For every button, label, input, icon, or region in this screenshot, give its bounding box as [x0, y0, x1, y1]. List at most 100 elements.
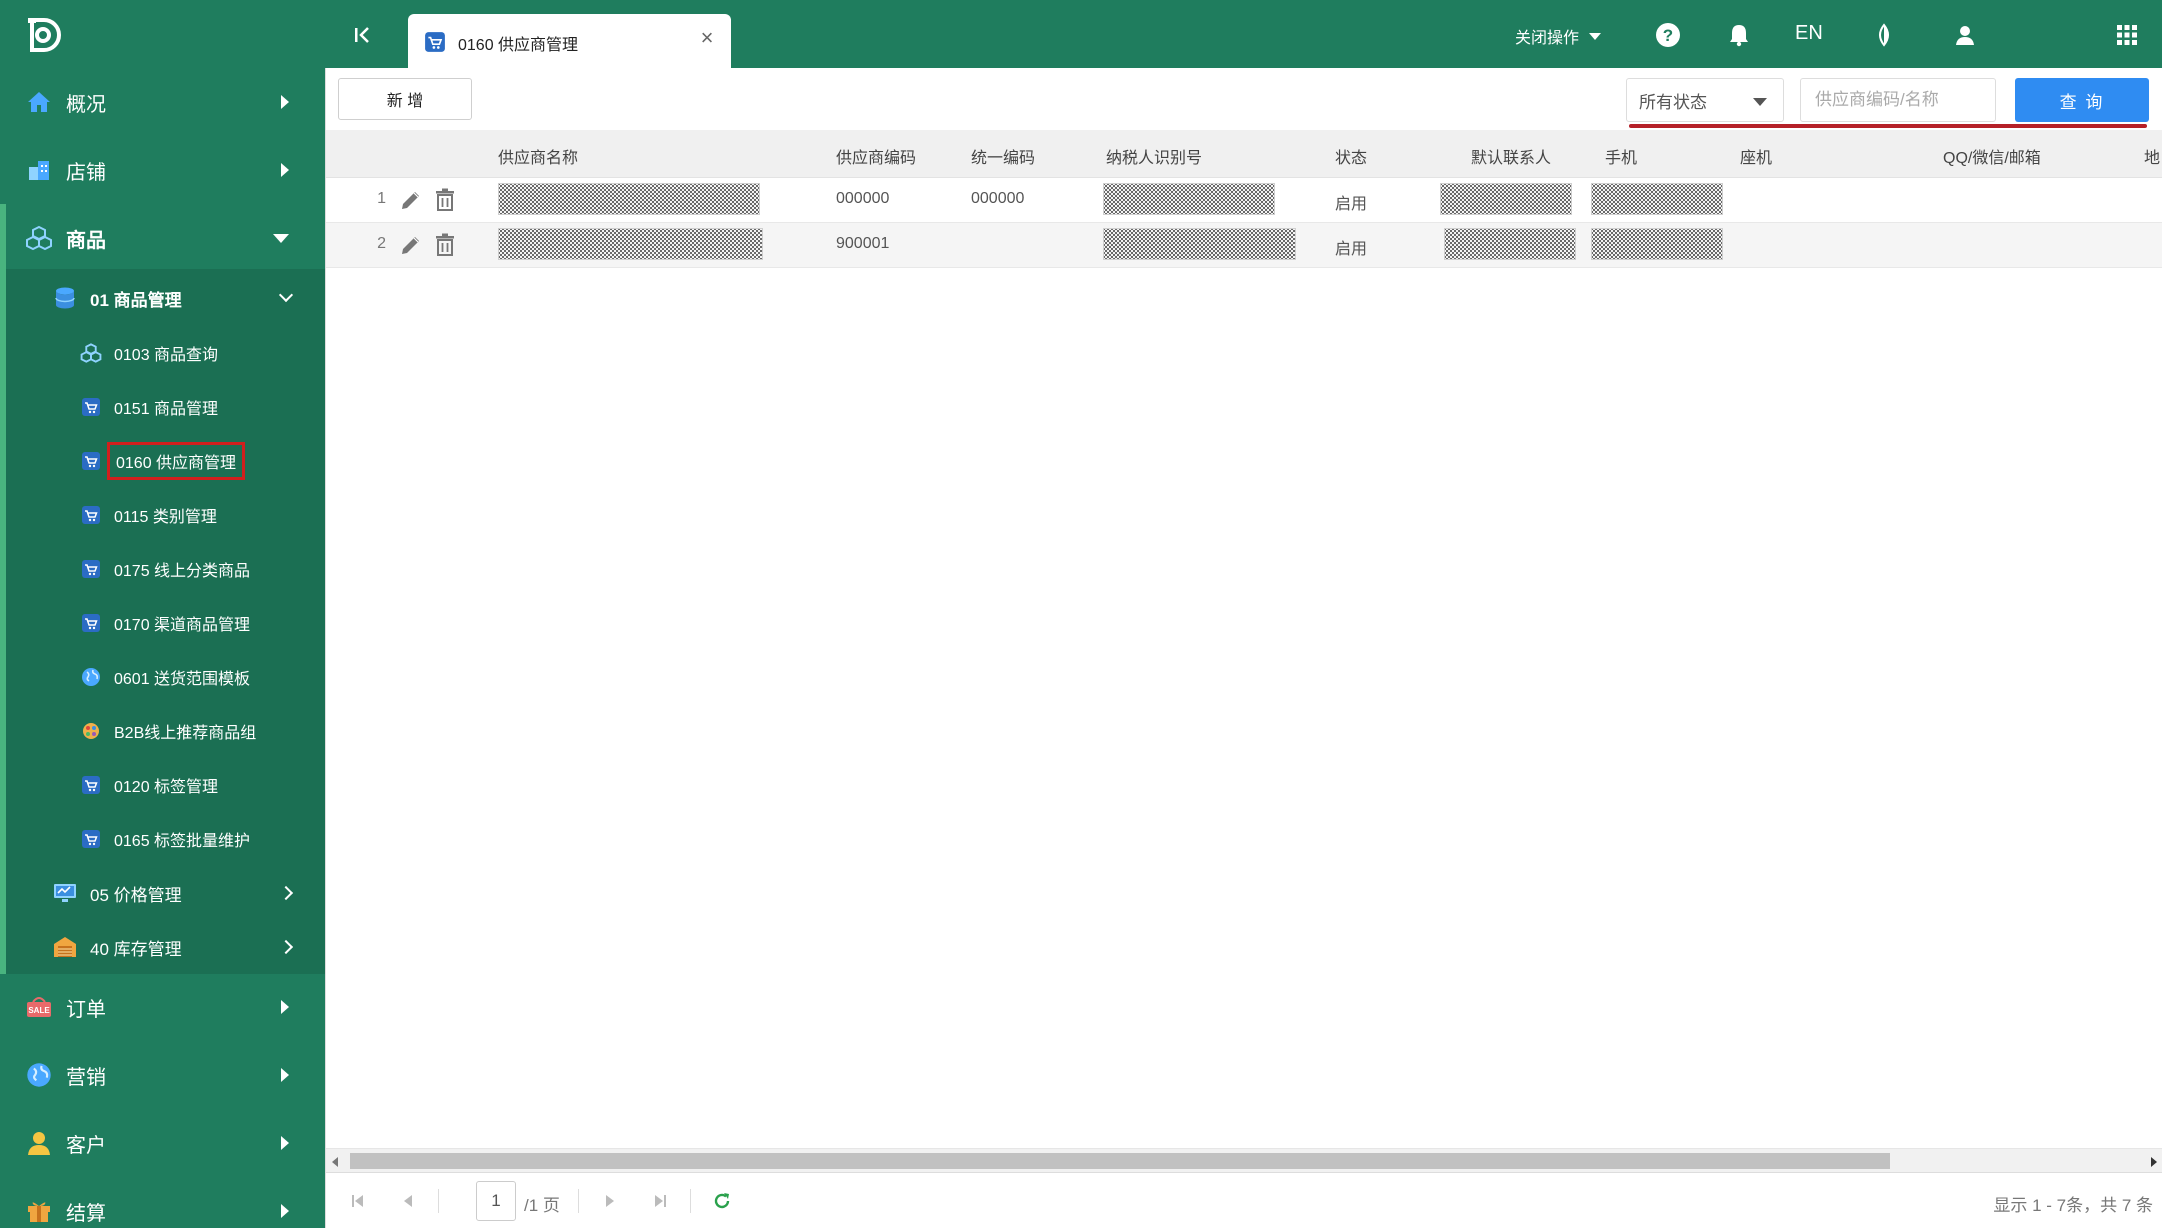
- query-button[interactable]: 查 询: [2015, 78, 2149, 122]
- refresh-icon[interactable]: [710, 1189, 734, 1213]
- scroll-right-icon[interactable]: [2151, 1157, 2157, 1167]
- delete-icon[interactable]: [432, 232, 458, 258]
- cubes-icon: [80, 342, 102, 364]
- column-header[interactable]: 供应商编码: [836, 144, 916, 168]
- logo-icon[interactable]: [24, 16, 62, 54]
- table-row[interactable]: 2 900001 启用: [326, 223, 2162, 268]
- cart-icon: [425, 32, 445, 52]
- nav-leaf-online-category-products[interactable]: 0175 线上分类商品: [0, 542, 325, 596]
- first-page-icon[interactable]: [346, 1189, 370, 1213]
- chevron-right-icon: [281, 95, 289, 109]
- redacted-phone: [1591, 228, 1723, 260]
- next-page-icon[interactable]: [598, 1189, 622, 1213]
- tab-supplier-management[interactable]: 0160 供应商管理 ×: [408, 14, 731, 68]
- nav-item-settlement[interactable]: 结算: [0, 1177, 325, 1228]
- redacted-tax-id: [1103, 228, 1296, 260]
- column-header[interactable]: 座机: [1740, 144, 1772, 168]
- column-header[interactable]: 供应商名称: [498, 144, 578, 168]
- scroll-left-icon[interactable]: [332, 1157, 338, 1167]
- table-row[interactable]: 1 000000 000000 启用: [326, 178, 2162, 223]
- nav-item-overview[interactable]: 概况: [0, 68, 325, 136]
- help-icon[interactable]: ?: [1653, 20, 1683, 50]
- chevron-right-icon: [281, 1068, 289, 1082]
- redacted-contact: [1444, 228, 1576, 260]
- status-select-value: 所有状态: [1639, 92, 1707, 112]
- theme-contrast-icon[interactable]: [1869, 20, 1899, 50]
- nav-label: 01 商品管理: [90, 290, 182, 310]
- highlight-underline: [1629, 124, 2147, 128]
- column-header[interactable]: 地: [2144, 144, 2160, 168]
- tab-label: 0160 供应商管理: [458, 37, 579, 54]
- cart-icon: [80, 612, 102, 634]
- edit-icon[interactable]: [398, 232, 424, 258]
- nav-leaf-label: 0160 供应商管理: [106, 442, 246, 480]
- nav-item-store[interactable]: 店铺: [0, 136, 325, 204]
- nav-leaf-product-query[interactable]: 0103 商品查询: [0, 326, 325, 380]
- sidebar: 概况 店铺 商品 01 商品管理 0103 商品查询 0151 商品管理 016…: [0, 0, 325, 1228]
- nav-leaf-label: 0151 商品管理: [114, 401, 219, 418]
- nav-leaf-tag-batch[interactable]: 0165 标签批量维护: [0, 812, 325, 866]
- chevron-right-icon: [281, 1000, 289, 1014]
- column-header[interactable]: 状态: [1335, 144, 1367, 168]
- nav-leaf-tag-management[interactable]: 0120 标签管理: [0, 758, 325, 812]
- column-header[interactable]: 手机: [1605, 144, 1637, 168]
- last-page-icon[interactable]: [648, 1189, 672, 1213]
- nav-leaf-channel-products[interactable]: 0170 渠道商品管理: [0, 596, 325, 650]
- column-header[interactable]: 统一编码: [971, 144, 1035, 168]
- nav-item-customer[interactable]: 客户: [0, 1109, 325, 1177]
- nav-subgroup-product-management[interactable]: 01 商品管理: [0, 271, 325, 325]
- page-number-input[interactable]: [476, 1181, 516, 1221]
- nav-label: 商品: [66, 229, 106, 252]
- chevron-right-icon: [278, 939, 294, 955]
- product-icon: [24, 223, 54, 253]
- nav-leaf-b2b-recommend[interactable]: B2B线上推荐商品组: [0, 704, 325, 758]
- globe-icon: [24, 1060, 54, 1090]
- monitor-icon: [52, 880, 78, 906]
- horizontal-scrollbar[interactable]: [326, 1148, 2162, 1172]
- column-header[interactable]: QQ/微信/邮箱: [1943, 144, 2041, 168]
- nav-leaf-category-management[interactable]: 0115 类别管理: [0, 488, 325, 542]
- nav-leaf-supplier-management[interactable]: 0160 供应商管理: [0, 434, 325, 488]
- apps-grid-icon[interactable]: [2112, 20, 2142, 50]
- status-select[interactable]: 所有状态: [1626, 78, 1784, 122]
- cart-icon: [80, 828, 102, 850]
- language-toggle[interactable]: EN: [1795, 22, 1823, 45]
- cart-icon: [80, 774, 102, 796]
- nav-leaf-delivery-template[interactable]: 0601 送货范围模板: [0, 650, 325, 704]
- column-header[interactable]: 默认联系人: [1471, 144, 1551, 168]
- bell-icon[interactable]: [1724, 20, 1754, 50]
- svg-text:SALE: SALE: [28, 1006, 50, 1015]
- prev-page-icon[interactable]: [396, 1189, 420, 1213]
- close-operations-dropdown[interactable]: 关闭操作: [1515, 24, 1602, 48]
- user-icon[interactable]: [1950, 20, 1980, 50]
- nav-leaf-label: 0120 标签管理: [114, 779, 219, 796]
- supplier-search-input[interactable]: [1800, 78, 1996, 122]
- add-button[interactable]: 新 增: [338, 78, 472, 120]
- delete-icon[interactable]: [432, 187, 458, 213]
- cart-icon: [80, 396, 102, 418]
- caret-down-icon: [1753, 98, 1767, 106]
- nav-label: 40 库存管理: [90, 939, 182, 959]
- store-icon: [24, 155, 54, 185]
- nav-subgroup-price-management[interactable]: 05 价格管理: [0, 866, 325, 920]
- nav-item-order[interactable]: SALE 订单: [0, 973, 325, 1041]
- scrollbar-thumb[interactable]: [350, 1153, 1890, 1169]
- nav-item-marketing[interactable]: 营销: [0, 1041, 325, 1109]
- status: 启用: [1335, 196, 1368, 213]
- user-icon: [24, 1128, 54, 1158]
- column-header[interactable]: 纳税人识别号: [1106, 144, 1202, 168]
- divider: [690, 1189, 691, 1213]
- nav-label: 营销: [66, 1066, 106, 1089]
- nav-leaf-product-management[interactable]: 0151 商品管理: [0, 380, 325, 434]
- database-icon: [52, 285, 78, 311]
- redacted-supplier-name: [498, 183, 760, 215]
- nav-item-product[interactable]: 商品: [0, 204, 325, 272]
- caret-down-icon: [1589, 32, 1602, 40]
- collapse-sidebar-icon[interactable]: [347, 20, 377, 50]
- pagination-bar: /1 页 显示 1 - 7条，共 7 条: [326, 1172, 2162, 1228]
- home-icon: [24, 87, 54, 117]
- nav-subgroup-inventory-management[interactable]: 40 库存管理: [0, 920, 325, 974]
- nav-label: 客户: [66, 1134, 106, 1157]
- close-icon[interactable]: ×: [695, 26, 719, 50]
- edit-icon[interactable]: [398, 187, 424, 213]
